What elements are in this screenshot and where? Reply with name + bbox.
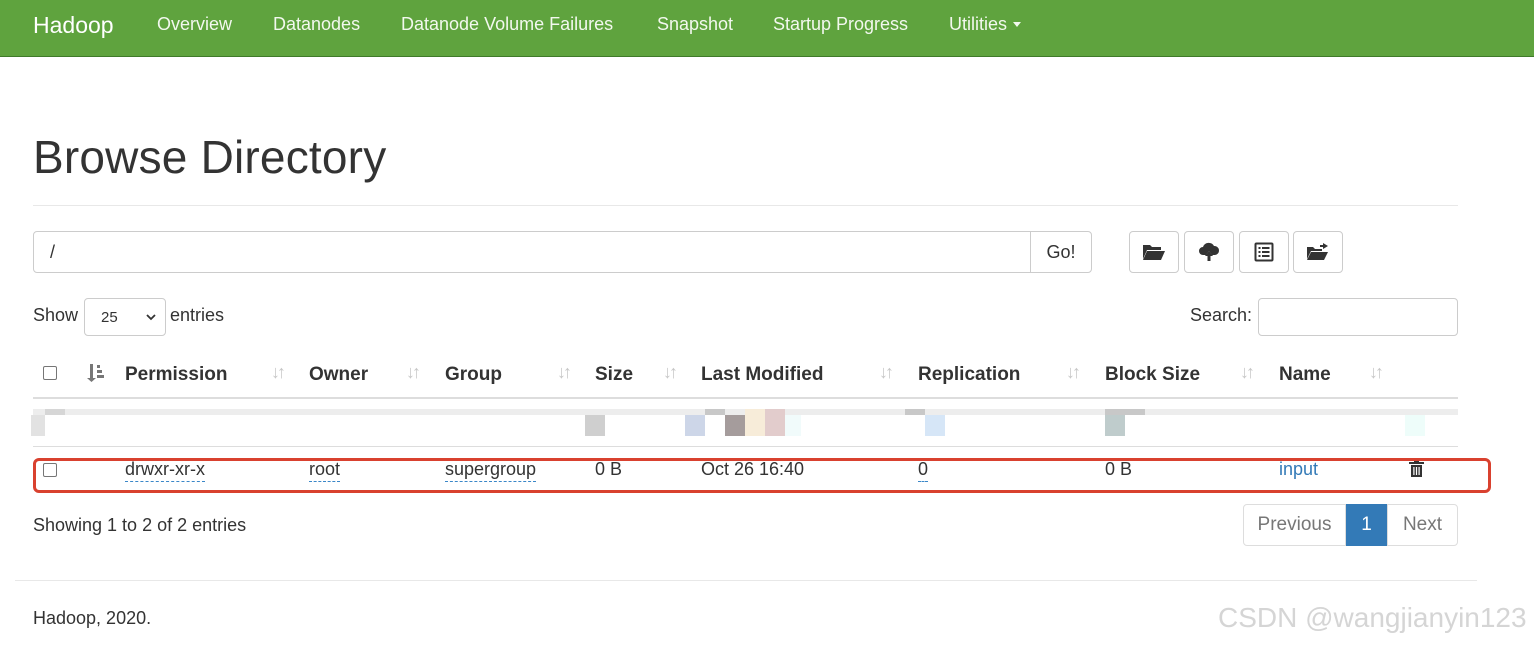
create-directory-button[interactable] [1129, 231, 1179, 273]
sort-icon[interactable]: ↓↑ [1066, 362, 1081, 383]
cloud-upload-icon [1199, 242, 1220, 261]
footer-copyright: Hadoop, 2020. [33, 608, 152, 628]
sort-icon[interactable]: ↓↑ [406, 362, 421, 383]
move-files-button[interactable] [1293, 231, 1343, 273]
caret-down-icon [1013, 22, 1022, 27]
pagination-next-button[interactable]: Next [1387, 504, 1458, 546]
column-header-replication[interactable]: Replication [918, 364, 1020, 386]
highlight-annotation-box [33, 458, 1491, 493]
sort-icon[interactable]: ↓↑ [1240, 362, 1255, 383]
directory-path-input[interactable] [33, 231, 1031, 273]
sort-icon[interactable]: ↓↑ [879, 362, 894, 383]
folder-open-icon [1143, 245, 1165, 260]
column-header-group[interactable]: Group [445, 364, 502, 386]
sort-icon[interactable]: ↓↑ [663, 362, 678, 383]
list-alt-icon [1254, 242, 1274, 262]
brand-logo-text[interactable]: Hadoop [33, 12, 114, 39]
nav-snapshot[interactable]: Snapshot [657, 14, 733, 35]
table-search-input[interactable] [1258, 298, 1458, 336]
column-header-size[interactable]: Size [595, 364, 633, 386]
column-header-permission[interactable]: Permission [125, 364, 227, 386]
entries-selected-value: 25 [101, 308, 118, 326]
nav-utilities-label: Utilities [949, 14, 1008, 34]
nav-datanode-volume-failures[interactable]: Datanode Volume Failures [401, 14, 613, 35]
go-button[interactable]: Go! [1030, 231, 1092, 273]
entries-per-page-select[interactable]: 25 [84, 298, 166, 336]
row-divider [33, 446, 1458, 447]
column-header-owner[interactable]: Owner [309, 364, 368, 386]
folder-move-icon [1307, 243, 1328, 260]
footer-divider [15, 580, 1477, 581]
nav-overview[interactable]: Overview [157, 14, 232, 35]
nav-startup-progress[interactable]: Startup Progress [773, 14, 908, 35]
nav-utilities[interactable]: Utilities [949, 14, 1022, 35]
column-header-block-size[interactable]: Block Size [1105, 364, 1200, 386]
search-label: Search: [1190, 305, 1253, 325]
show-label: Show [33, 305, 79, 325]
page-title: Browse Directory [33, 131, 387, 183]
view-file-list-button[interactable] [1239, 231, 1289, 273]
column-header-last-modified[interactable]: Last Modified [701, 364, 823, 386]
entries-summary: Showing 1 to 2 of 2 entries [33, 515, 247, 535]
pagination-previous-button[interactable]: Previous [1243, 504, 1346, 546]
entries-label: entries [170, 305, 225, 325]
top-navbar: Hadoop Overview Datanodes Datanode Volum… [0, 0, 1534, 57]
column-header-name[interactable]: Name [1279, 364, 1331, 386]
chevron-down-icon [146, 314, 156, 321]
sort-icon[interactable]: ↓↑ [271, 362, 286, 383]
sort-amount-asc-icon[interactable] [86, 363, 106, 383]
sort-icon[interactable]: ↓↑ [557, 362, 572, 383]
watermark-text: CSDN @wangjianyin123 [1218, 602, 1527, 633]
upload-files-button[interactable] [1184, 231, 1234, 273]
select-all-checkbox[interactable] [43, 366, 57, 380]
nav-datanodes[interactable]: Datanodes [273, 14, 360, 35]
pagination-page-1[interactable]: 1 [1346, 504, 1387, 546]
sort-icon[interactable]: ↓↑ [1369, 362, 1384, 383]
title-divider [33, 205, 1458, 206]
table-header-divider [33, 397, 1458, 399]
